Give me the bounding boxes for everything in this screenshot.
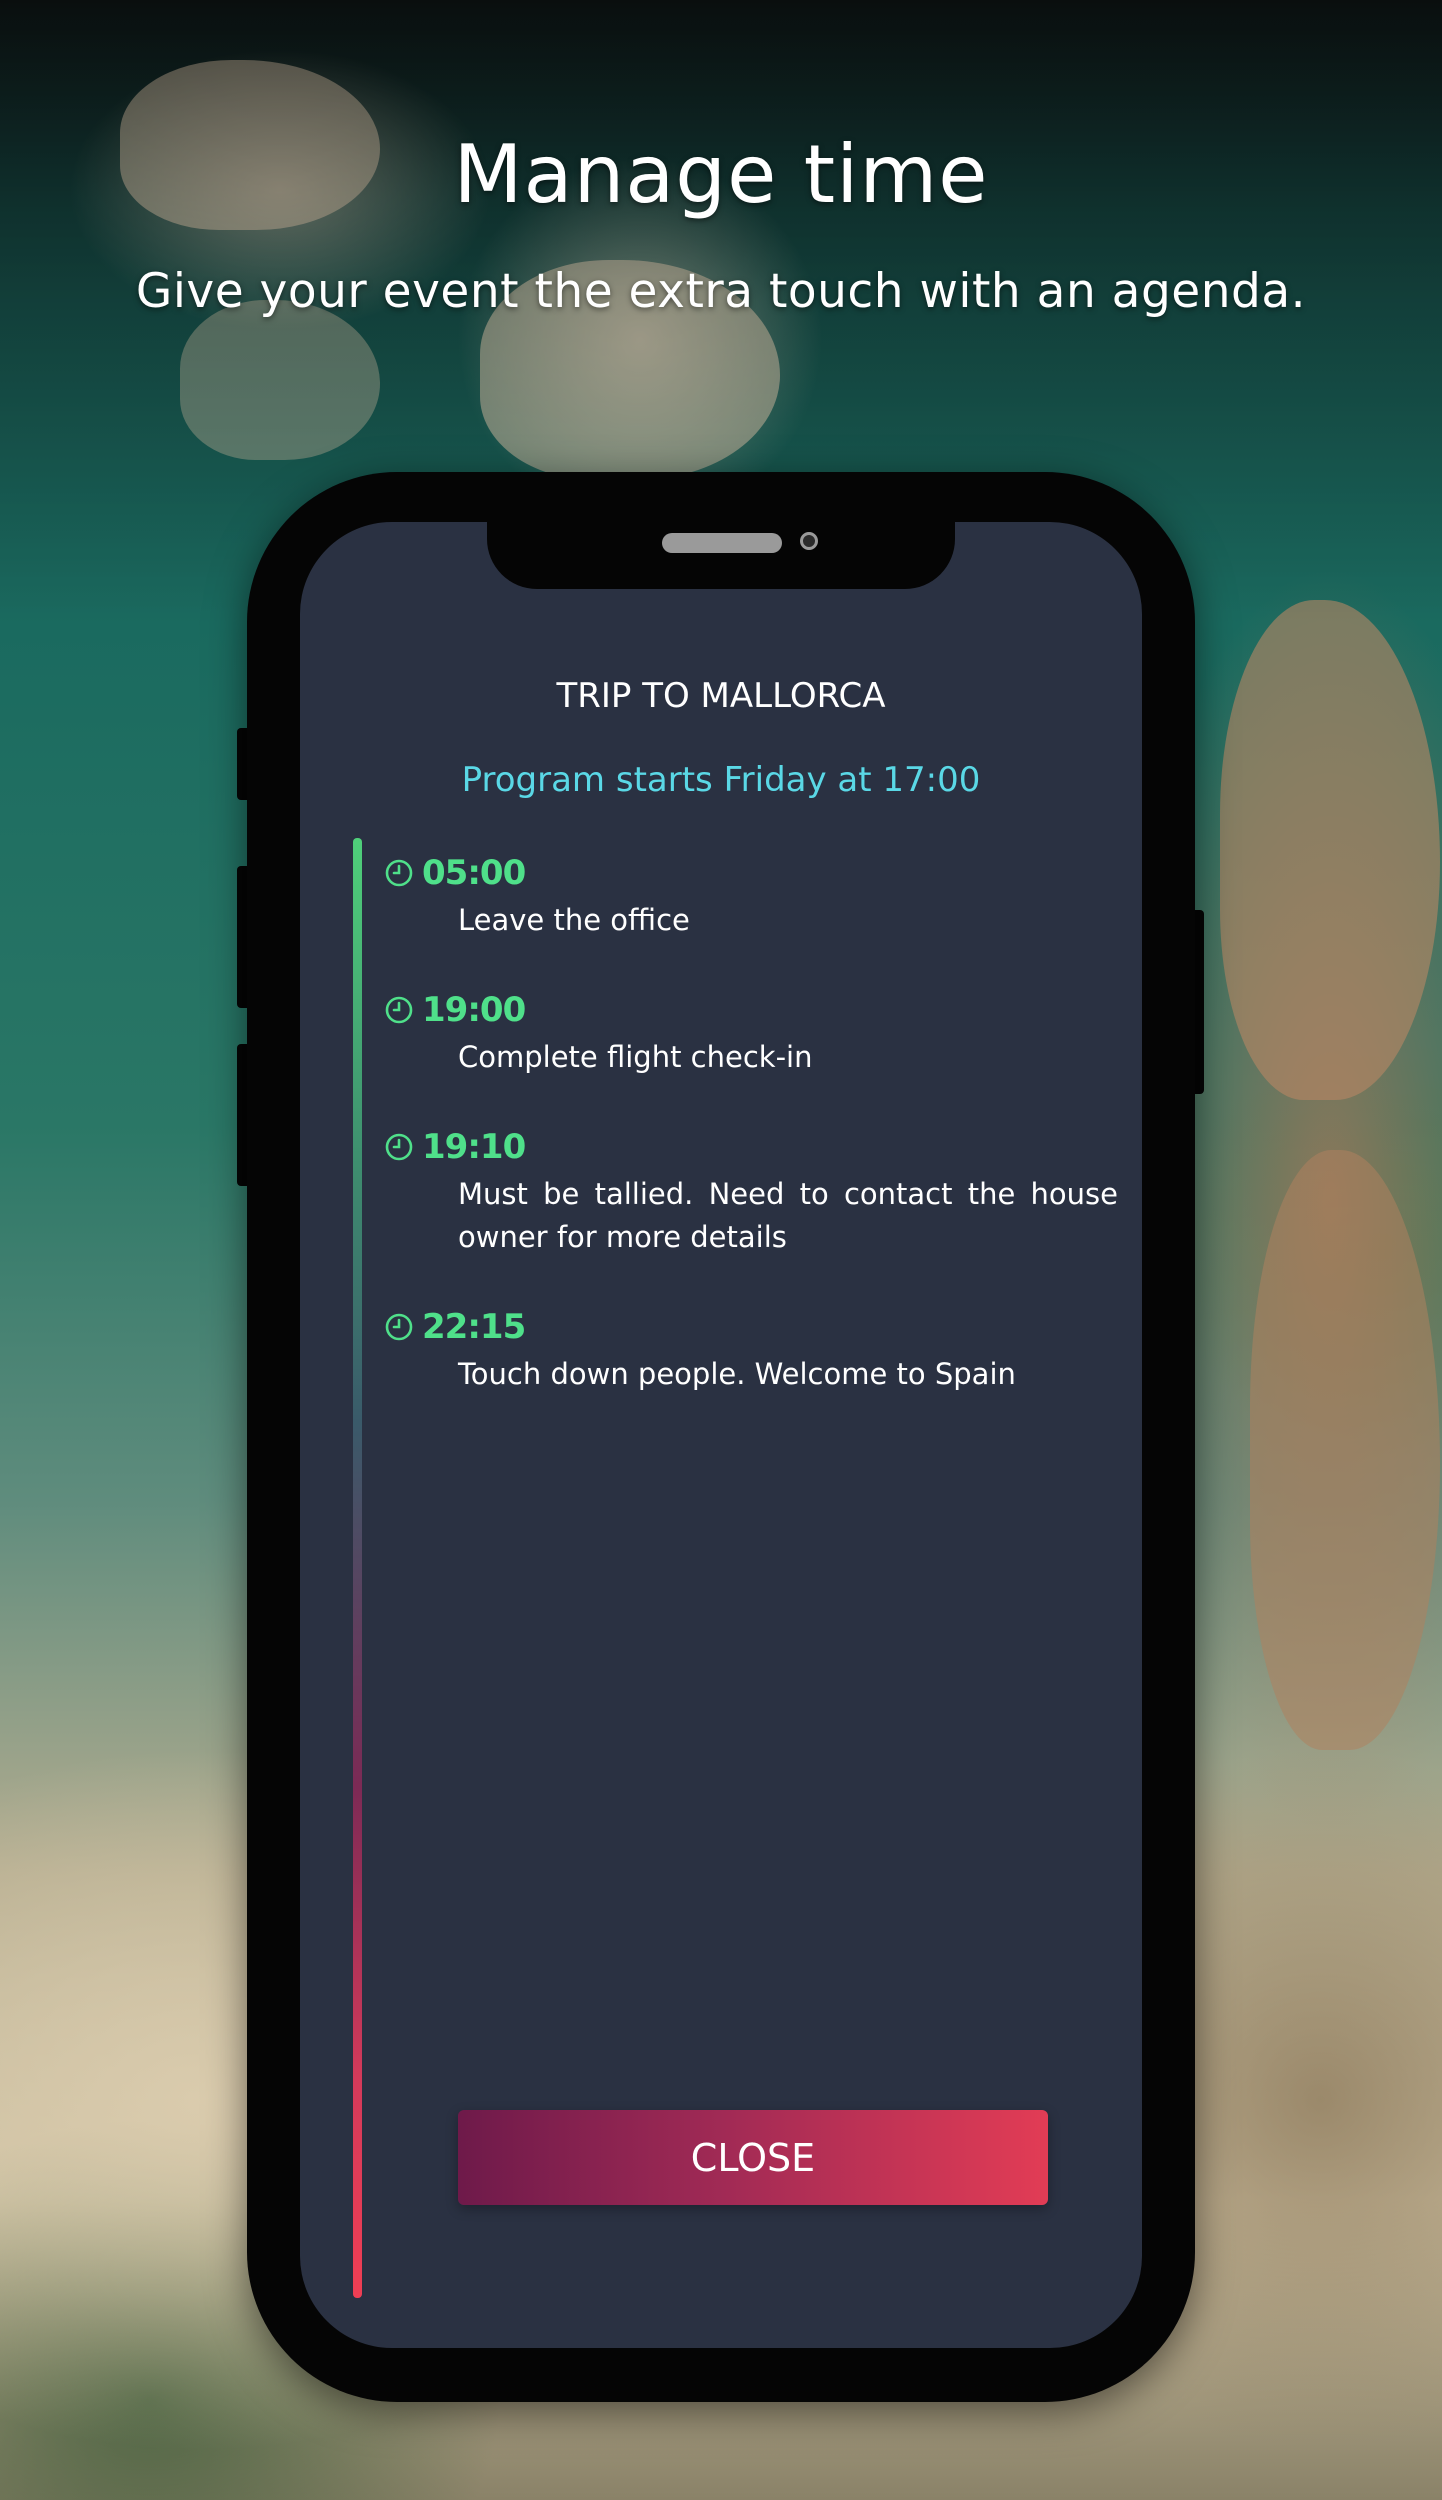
agenda-description: Complete flight check-in (458, 1040, 813, 1074)
agenda-item: 22:15 Touch down people. Welcome to Spai… (384, 1305, 1118, 1396)
clock-icon (385, 859, 413, 887)
page-subtitle: Give your event the extra touch with an … (135, 264, 1307, 319)
clock-icon (385, 1313, 413, 1341)
page-title: Manage time (453, 128, 989, 221)
timeline-bar (353, 838, 362, 2298)
agenda-time: 19:00 (422, 990, 526, 1030)
agenda-item: 19:10 Must be tallied. Need to contact t… (384, 1125, 1118, 1259)
program-start-text: Program starts Friday at 17:00 (461, 760, 981, 800)
agenda-time: 22:15 (422, 1307, 526, 1347)
agenda-item: 19:00 Complete flight check-in (384, 988, 1118, 1079)
speaker-icon (662, 533, 782, 553)
clock-icon (385, 996, 413, 1024)
agenda-time: 05:00 (422, 853, 526, 893)
agenda-description: Touch down people. Welcome to Spain (458, 1357, 1016, 1391)
event-title: TRIP TO MALLORCA (556, 676, 886, 716)
agenda-description: Must be tallied. Need to contact the hou… (458, 1177, 1118, 1254)
close-button[interactable]: CLOSE (458, 2110, 1048, 2205)
agenda-time: 19:10 (422, 1127, 526, 1167)
agenda-item: 05:00 Leave the office (384, 851, 1118, 942)
camera-icon (800, 532, 818, 550)
clock-icon (385, 1133, 413, 1161)
agenda-description: Leave the office (458, 903, 690, 937)
